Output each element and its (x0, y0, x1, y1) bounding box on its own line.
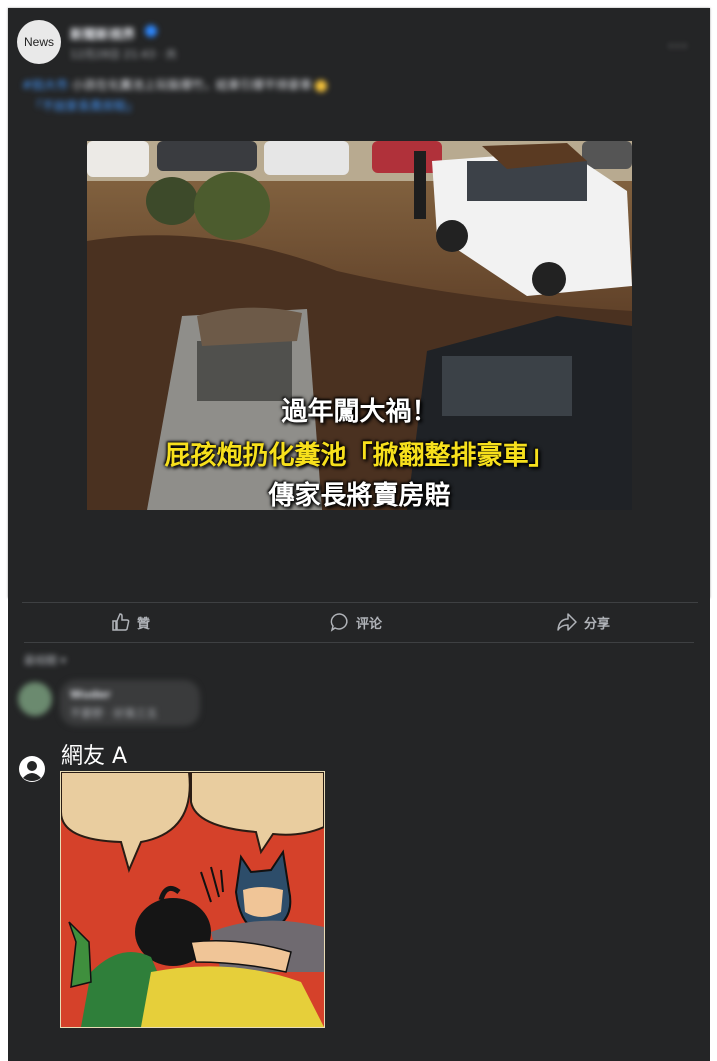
share-button[interactable]: 分享 (556, 612, 610, 632)
caption-link[interactable]: 「不說家長賣房賠」 (30, 97, 138, 114)
emoji-icon (314, 79, 327, 92)
comment-bubble-icon (330, 613, 348, 632)
page-avatar[interactable]: News (17, 20, 61, 64)
page-name[interactable]: 新聞新視界 (70, 24, 135, 43)
comment-label: 评论 (356, 616, 383, 632)
divider-bottom (24, 642, 694, 643)
page-avatar-label: News (23, 35, 54, 49)
comment-text: 不要野 · 好臭三五 (70, 707, 158, 720)
headline-line-3: 傳家長將賣房賠 (268, 481, 451, 510)
caption-hashtag[interactable]: #拍大市 (22, 78, 68, 92)
verified-badge-icon (145, 25, 157, 37)
divider-top (22, 602, 698, 603)
share-arrow-icon (557, 613, 577, 631)
like-label: 贊 (137, 616, 151, 632)
commenter-name[interactable]: Wuder (70, 688, 111, 701)
comic-slap-illustration (61, 772, 324, 1027)
post-caption: #拍大市 小孩在化糞池上玩裝爆竹，結果引爆平排豪車 (22, 76, 327, 93)
thumbs-up-icon (112, 613, 130, 631)
comment-button[interactable]: 评论 (330, 612, 382, 632)
headline-line-2: 屁孩炮扔化糞池「掀翻整排豪車」 (164, 441, 555, 471)
commenter-avatar[interactable] (18, 682, 52, 716)
user-avatar-icon (19, 756, 45, 782)
caption-text: 小孩在化糞池上玩裝爆竹，結果引爆平排豪車 (68, 78, 312, 92)
like-button[interactable]: 贊 (111, 612, 150, 632)
comment-sort-dropdown[interactable]: 最相關 ▾ (24, 652, 66, 668)
share-label: 分享 (584, 616, 611, 632)
reply-meme-image[interactable] (60, 771, 325, 1028)
post-timestamp[interactable]: 12月28日 21:43 · 共 (70, 46, 177, 62)
reply-username[interactable]: 網友 A (61, 738, 127, 770)
headline-line-1: 過年闖大禍！ (281, 397, 438, 427)
post-image[interactable]: 過年闖大禍！ 屁孩炮扔化糞池「掀翻整排豪車」 傳家長將賣房賠 (87, 141, 632, 510)
more-options-icon[interactable]: ··· (668, 36, 688, 57)
